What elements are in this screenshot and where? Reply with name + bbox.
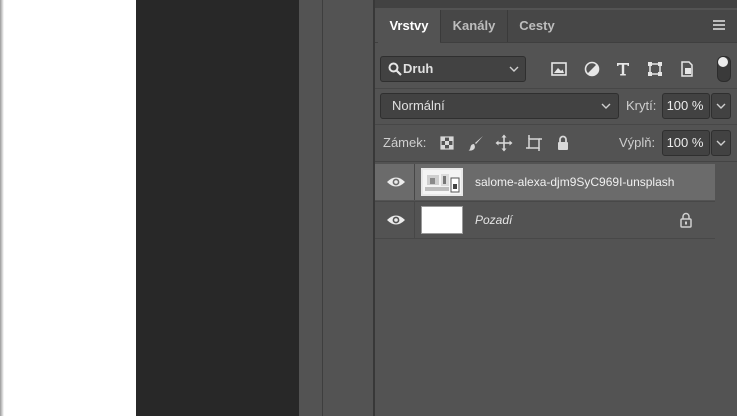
type-filter-icon[interactable] bbox=[614, 60, 632, 78]
layers-panel: Vrstvy Kanály Cesty Druh Normální Krytí:… bbox=[375, 0, 737, 416]
filter-kind-label: Druh bbox=[403, 61, 434, 76]
row-divider bbox=[375, 88, 737, 89]
panel-title-bar[interactable] bbox=[375, 0, 737, 8]
layer-name[interactable]: Pozadí bbox=[475, 202, 512, 238]
tab-paths[interactable]: Cesty bbox=[508, 10, 566, 42]
chevron-down-icon bbox=[716, 103, 726, 109]
fill-value: 100 % bbox=[666, 135, 704, 150]
row-divider bbox=[375, 124, 737, 125]
image-filter-icon[interactable] bbox=[550, 60, 568, 78]
hamburger-menu-icon[interactable] bbox=[711, 17, 727, 33]
adjustment-filter-icon[interactable] bbox=[583, 60, 601, 78]
opacity-value: 100 % bbox=[666, 98, 704, 113]
opacity-label: Krytí: bbox=[626, 98, 657, 113]
chevron-down-icon bbox=[509, 66, 519, 72]
blend-mode-value: Normální bbox=[392, 98, 445, 113]
visibility-eye-icon[interactable] bbox=[386, 213, 406, 227]
chevron-down-icon bbox=[716, 140, 726, 146]
tab-layers[interactable]: Vrstvy bbox=[378, 10, 441, 42]
document-canvas[interactable] bbox=[0, 0, 136, 416]
visibility-eye-icon[interactable] bbox=[386, 175, 406, 189]
eye-column-divider bbox=[414, 164, 415, 200]
chevron-down-icon bbox=[601, 103, 611, 109]
search-icon bbox=[388, 62, 402, 76]
lock-image-pixels-icon[interactable] bbox=[467, 134, 485, 152]
lock-all-icon[interactable] bbox=[554, 134, 572, 152]
lock-position-icon[interactable] bbox=[495, 134, 513, 152]
layers-scroll-track[interactable] bbox=[715, 162, 737, 416]
smart-object-filter-icon[interactable] bbox=[678, 60, 696, 78]
layer-row[interactable]: salome-alexa-djm9SyC969I-unsplash bbox=[375, 164, 715, 200]
layer-lock-icon bbox=[680, 212, 692, 228]
eye-column-divider bbox=[414, 202, 415, 238]
collapsed-panel-dock bbox=[323, 0, 374, 416]
filter-toggle-knob bbox=[718, 57, 728, 67]
pasteboard[interactable] bbox=[136, 0, 299, 416]
layer-name[interactable]: salome-alexa-djm9SyC969I-unsplash bbox=[475, 164, 674, 200]
fill-label: Výplň: bbox=[619, 135, 656, 150]
photo-thumbnail bbox=[423, 170, 461, 194]
shape-filter-icon[interactable] bbox=[646, 60, 664, 78]
layers-list: salome-alexa-djm9SyC969I-unsplash Pozadí bbox=[375, 162, 715, 416]
lock-transparent-pixels-icon[interactable] bbox=[438, 134, 456, 152]
tab-channels[interactable]: Kanály bbox=[441, 10, 508, 42]
lock-artboard-icon[interactable] bbox=[525, 134, 543, 152]
canvas-edge-shadow bbox=[0, 0, 4, 416]
layer-row[interactable]: Pozadí bbox=[375, 201, 715, 239]
panel-gap bbox=[299, 0, 323, 416]
lock-label: Zámek: bbox=[383, 135, 427, 150]
layer-thumbnail[interactable] bbox=[421, 206, 463, 234]
active-tab-join bbox=[378, 42, 440, 43]
layer-thumbnail[interactable] bbox=[421, 168, 463, 196]
